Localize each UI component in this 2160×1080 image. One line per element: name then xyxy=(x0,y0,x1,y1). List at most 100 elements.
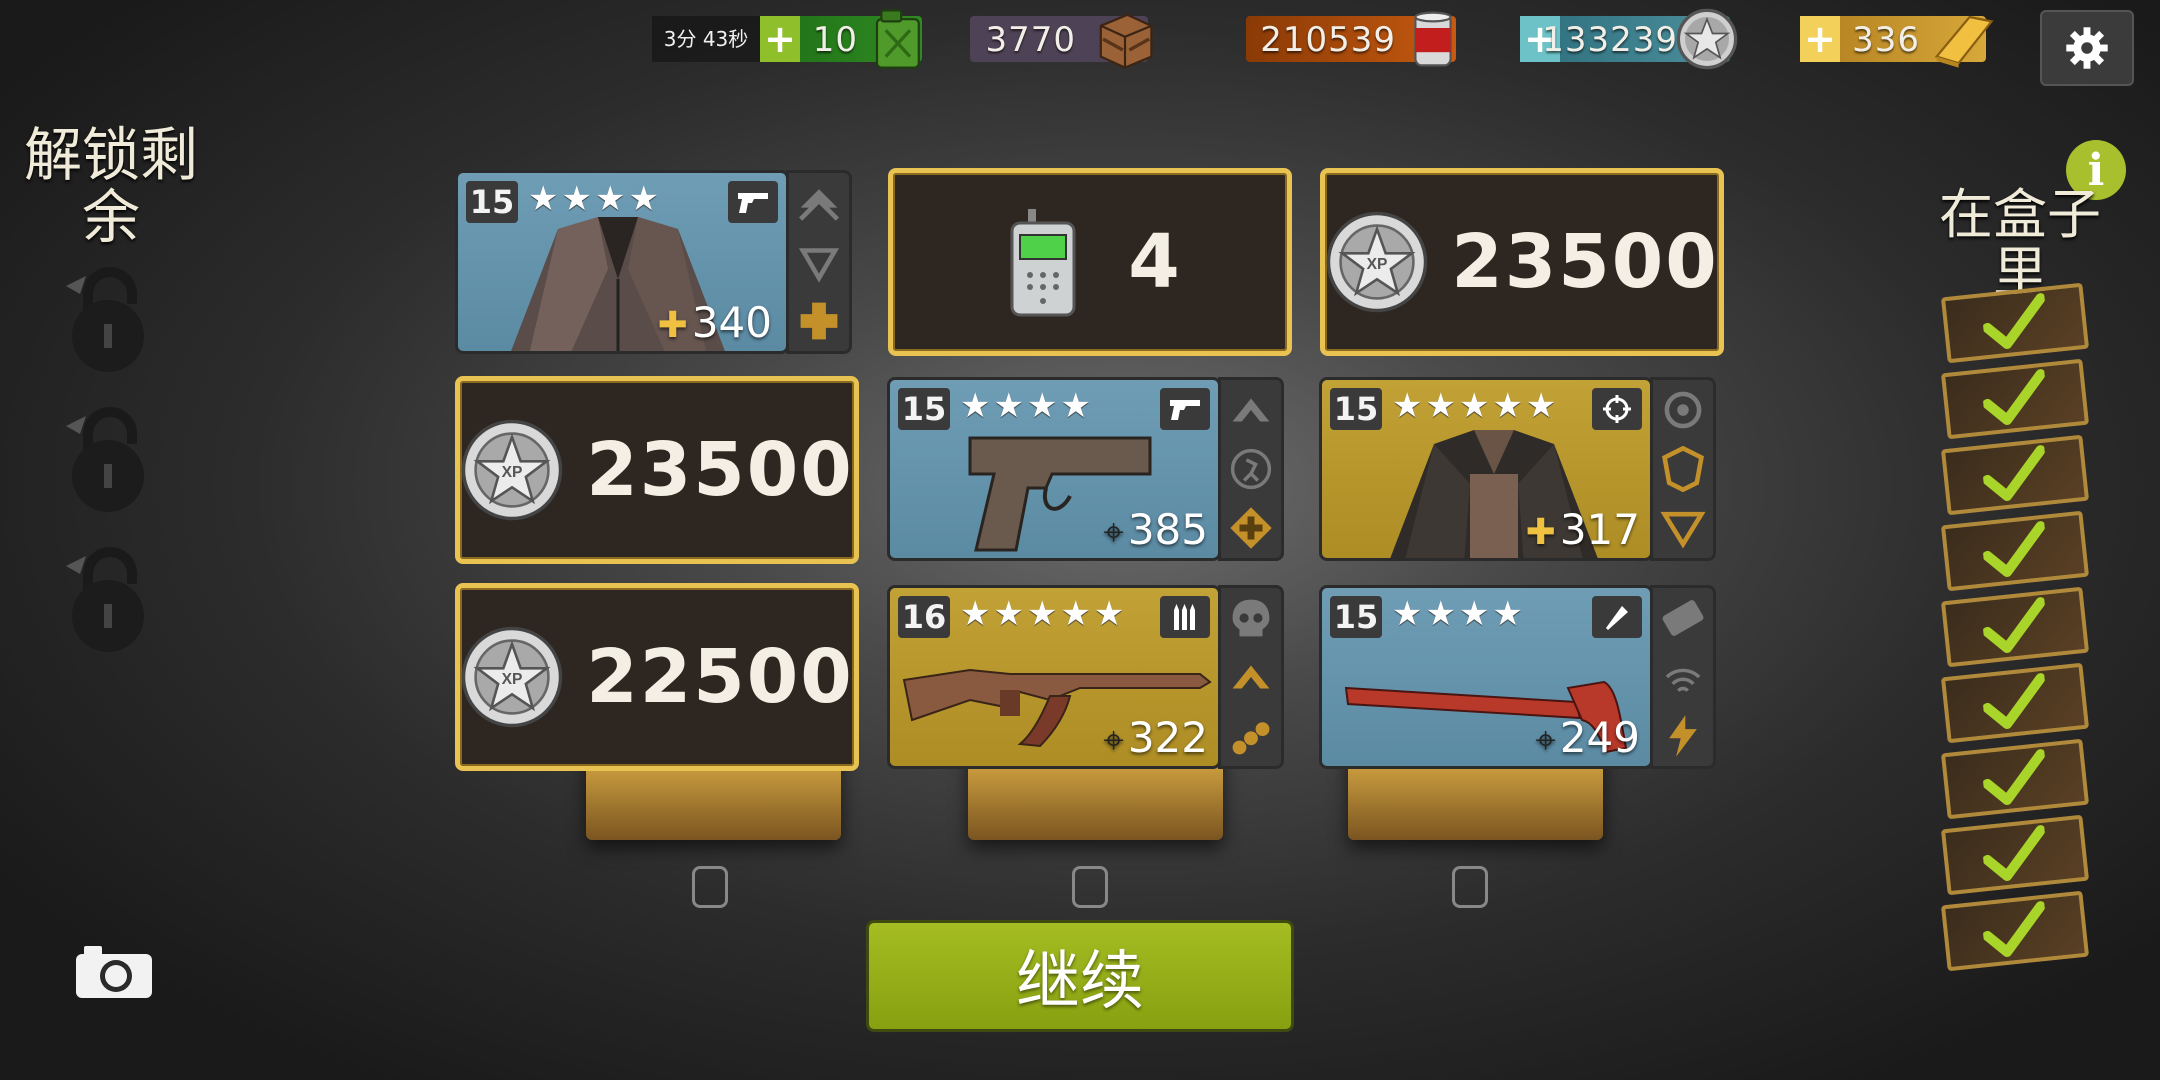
svg-text:XP: XP xyxy=(1367,256,1388,273)
perk-list xyxy=(1218,585,1284,769)
food-counter: 210539 xyxy=(1246,11,1456,67)
runner-perk-icon xyxy=(1230,448,1272,490)
crosshair-icon: ⌖ xyxy=(1535,720,1556,761)
fire-rate-perk-icon xyxy=(1232,398,1270,422)
xp-star-icon: XP xyxy=(1326,211,1428,313)
lock-icon xyxy=(66,547,144,652)
item-stars: ★★★★★ xyxy=(1392,386,1560,426)
item-card-pipe-wrench[interactable]: 15 ★★★★ ⌖249 xyxy=(1319,585,1653,769)
lock-icon xyxy=(66,267,144,372)
item-level: 16 xyxy=(898,596,950,638)
xp-star-icon xyxy=(1676,8,1738,70)
pistol-icon xyxy=(1160,388,1210,430)
food-value: 210539 xyxy=(1260,20,1396,60)
reward-card-radio[interactable]: 4 xyxy=(888,168,1292,356)
lightning-perk-icon xyxy=(1669,715,1697,758)
arrow-perk-icon xyxy=(798,188,840,221)
settings-button[interactable] xyxy=(2040,10,2134,86)
in-box-check-item xyxy=(1940,434,2090,516)
camera-icon[interactable] xyxy=(74,942,154,1000)
lock-icon xyxy=(66,407,144,512)
crate-icon xyxy=(1099,13,1153,69)
reward-amount: 4 xyxy=(1128,219,1182,305)
item-stat: ⌖322 xyxy=(1103,713,1208,762)
item-card-vest-jacket[interactable]: 15 ★★★★★ ✚317 xyxy=(1319,377,1653,561)
health-boost-perk-icon xyxy=(800,302,838,340)
checkmark-icon xyxy=(1982,521,2046,577)
in-box-check-item xyxy=(1940,738,2090,820)
box-lock-icon xyxy=(1452,866,1488,908)
checkmark-icon xyxy=(1982,445,2046,501)
item-level: 15 xyxy=(1330,596,1382,638)
in-box-check-item xyxy=(1940,662,2090,744)
gold-plus-button[interactable]: + xyxy=(1800,16,1840,62)
ammo-icon xyxy=(1160,596,1210,638)
item-stat: ✚340 xyxy=(657,298,772,347)
in-box-check-item xyxy=(1940,586,2090,668)
energy-timer: 3分 43秒 xyxy=(652,16,760,62)
reward-card-xp[interactable]: XP 23500 xyxy=(1320,168,1724,356)
xp-star-icon: XP xyxy=(461,419,563,521)
checkmark-icon xyxy=(1982,749,2046,805)
checkmark-icon xyxy=(1982,293,2046,349)
in-box-check-item xyxy=(1940,358,2090,440)
shield-perk-icon xyxy=(1662,445,1704,492)
unlocks-remaining-title: 解锁剩余 xyxy=(23,121,198,251)
ammo-belt-perk-icon xyxy=(1232,722,1270,755)
signal-perk-icon xyxy=(1665,668,1701,693)
food-can-icon xyxy=(1414,11,1452,67)
perk-list xyxy=(1650,585,1716,769)
item-stat: ✚317 xyxy=(1525,505,1640,554)
speed-perk-icon xyxy=(1660,512,1706,549)
crosshair-icon: ⌖ xyxy=(1103,512,1124,553)
perk-list xyxy=(1650,377,1716,561)
checkmark-icon xyxy=(1982,825,2046,881)
reward-amount: 22500 xyxy=(586,634,854,720)
item-card-leather-jacket[interactable]: 15 ★★★★ ✚340 xyxy=(455,170,789,354)
chevron-perk-icon xyxy=(798,248,840,283)
health-boost-perk-icon xyxy=(1230,507,1272,550)
reward-card-xp[interactable]: XP 22500 xyxy=(455,583,859,771)
item-stars: ★★★★★ xyxy=(960,594,1128,634)
crosshair-icon: ⌖ xyxy=(1103,720,1124,761)
gold-value: 336 xyxy=(1852,20,1920,60)
reward-card-xp[interactable]: XP 23500 xyxy=(455,376,859,564)
item-stars: ★★★★ xyxy=(960,386,1094,426)
reward-amount: 23500 xyxy=(586,427,854,513)
checkmark-icon xyxy=(1982,597,2046,653)
item-card-pistol[interactable]: 15 ★★★★ ⌖385 xyxy=(887,377,1221,561)
gold-bar-icon xyxy=(1934,15,1994,68)
in-box-check-item xyxy=(1940,282,2090,364)
continue-button[interactable]: 继续 xyxy=(866,920,1294,1032)
gold-counter[interactable]: + 336 xyxy=(1800,15,1994,68)
skull-perk-icon xyxy=(1232,599,1270,637)
gear-icon xyxy=(2066,27,2108,69)
item-stat: ⌖249 xyxy=(1535,713,1640,762)
energy-plus-button[interactable]: + xyxy=(760,16,800,62)
perk-list xyxy=(1218,377,1284,561)
item-stars: ★★★★ xyxy=(1392,594,1526,634)
energy-counter[interactable]: + 10 xyxy=(760,9,922,69)
svg-text:XP: XP xyxy=(502,671,523,688)
box-lock-icon xyxy=(692,866,728,908)
energy-value: 10 xyxy=(812,20,858,60)
reward-amount: 23500 xyxy=(1451,219,1719,305)
box-lock-icon xyxy=(1072,866,1108,908)
xp-star-icon: XP xyxy=(461,626,563,728)
fire-rate-perk-icon xyxy=(1232,665,1270,689)
target-perk-icon xyxy=(1664,391,1702,429)
item-card-assault-rifle[interactable]: 16 ★★★★★ ⌖322 xyxy=(887,585,1221,769)
melee-icon xyxy=(1592,596,1642,638)
in-box-title: 在盒子里 xyxy=(1939,183,2101,304)
item-level: 15 xyxy=(898,388,950,430)
walkie-talkie-icon xyxy=(1010,209,1076,317)
blade-perk-icon xyxy=(1662,599,1704,636)
fuel-can-icon xyxy=(875,9,920,69)
perk-list xyxy=(786,170,852,354)
checkmark-icon xyxy=(1982,369,2046,425)
xp-counter[interactable]: + 133239 xyxy=(1520,8,1738,70)
svg-text:XP: XP xyxy=(502,464,523,481)
health-cross-icon: ✚ xyxy=(1525,512,1556,553)
checkmark-icon xyxy=(1982,673,2046,729)
xp-value: 133239 xyxy=(1542,20,1678,60)
